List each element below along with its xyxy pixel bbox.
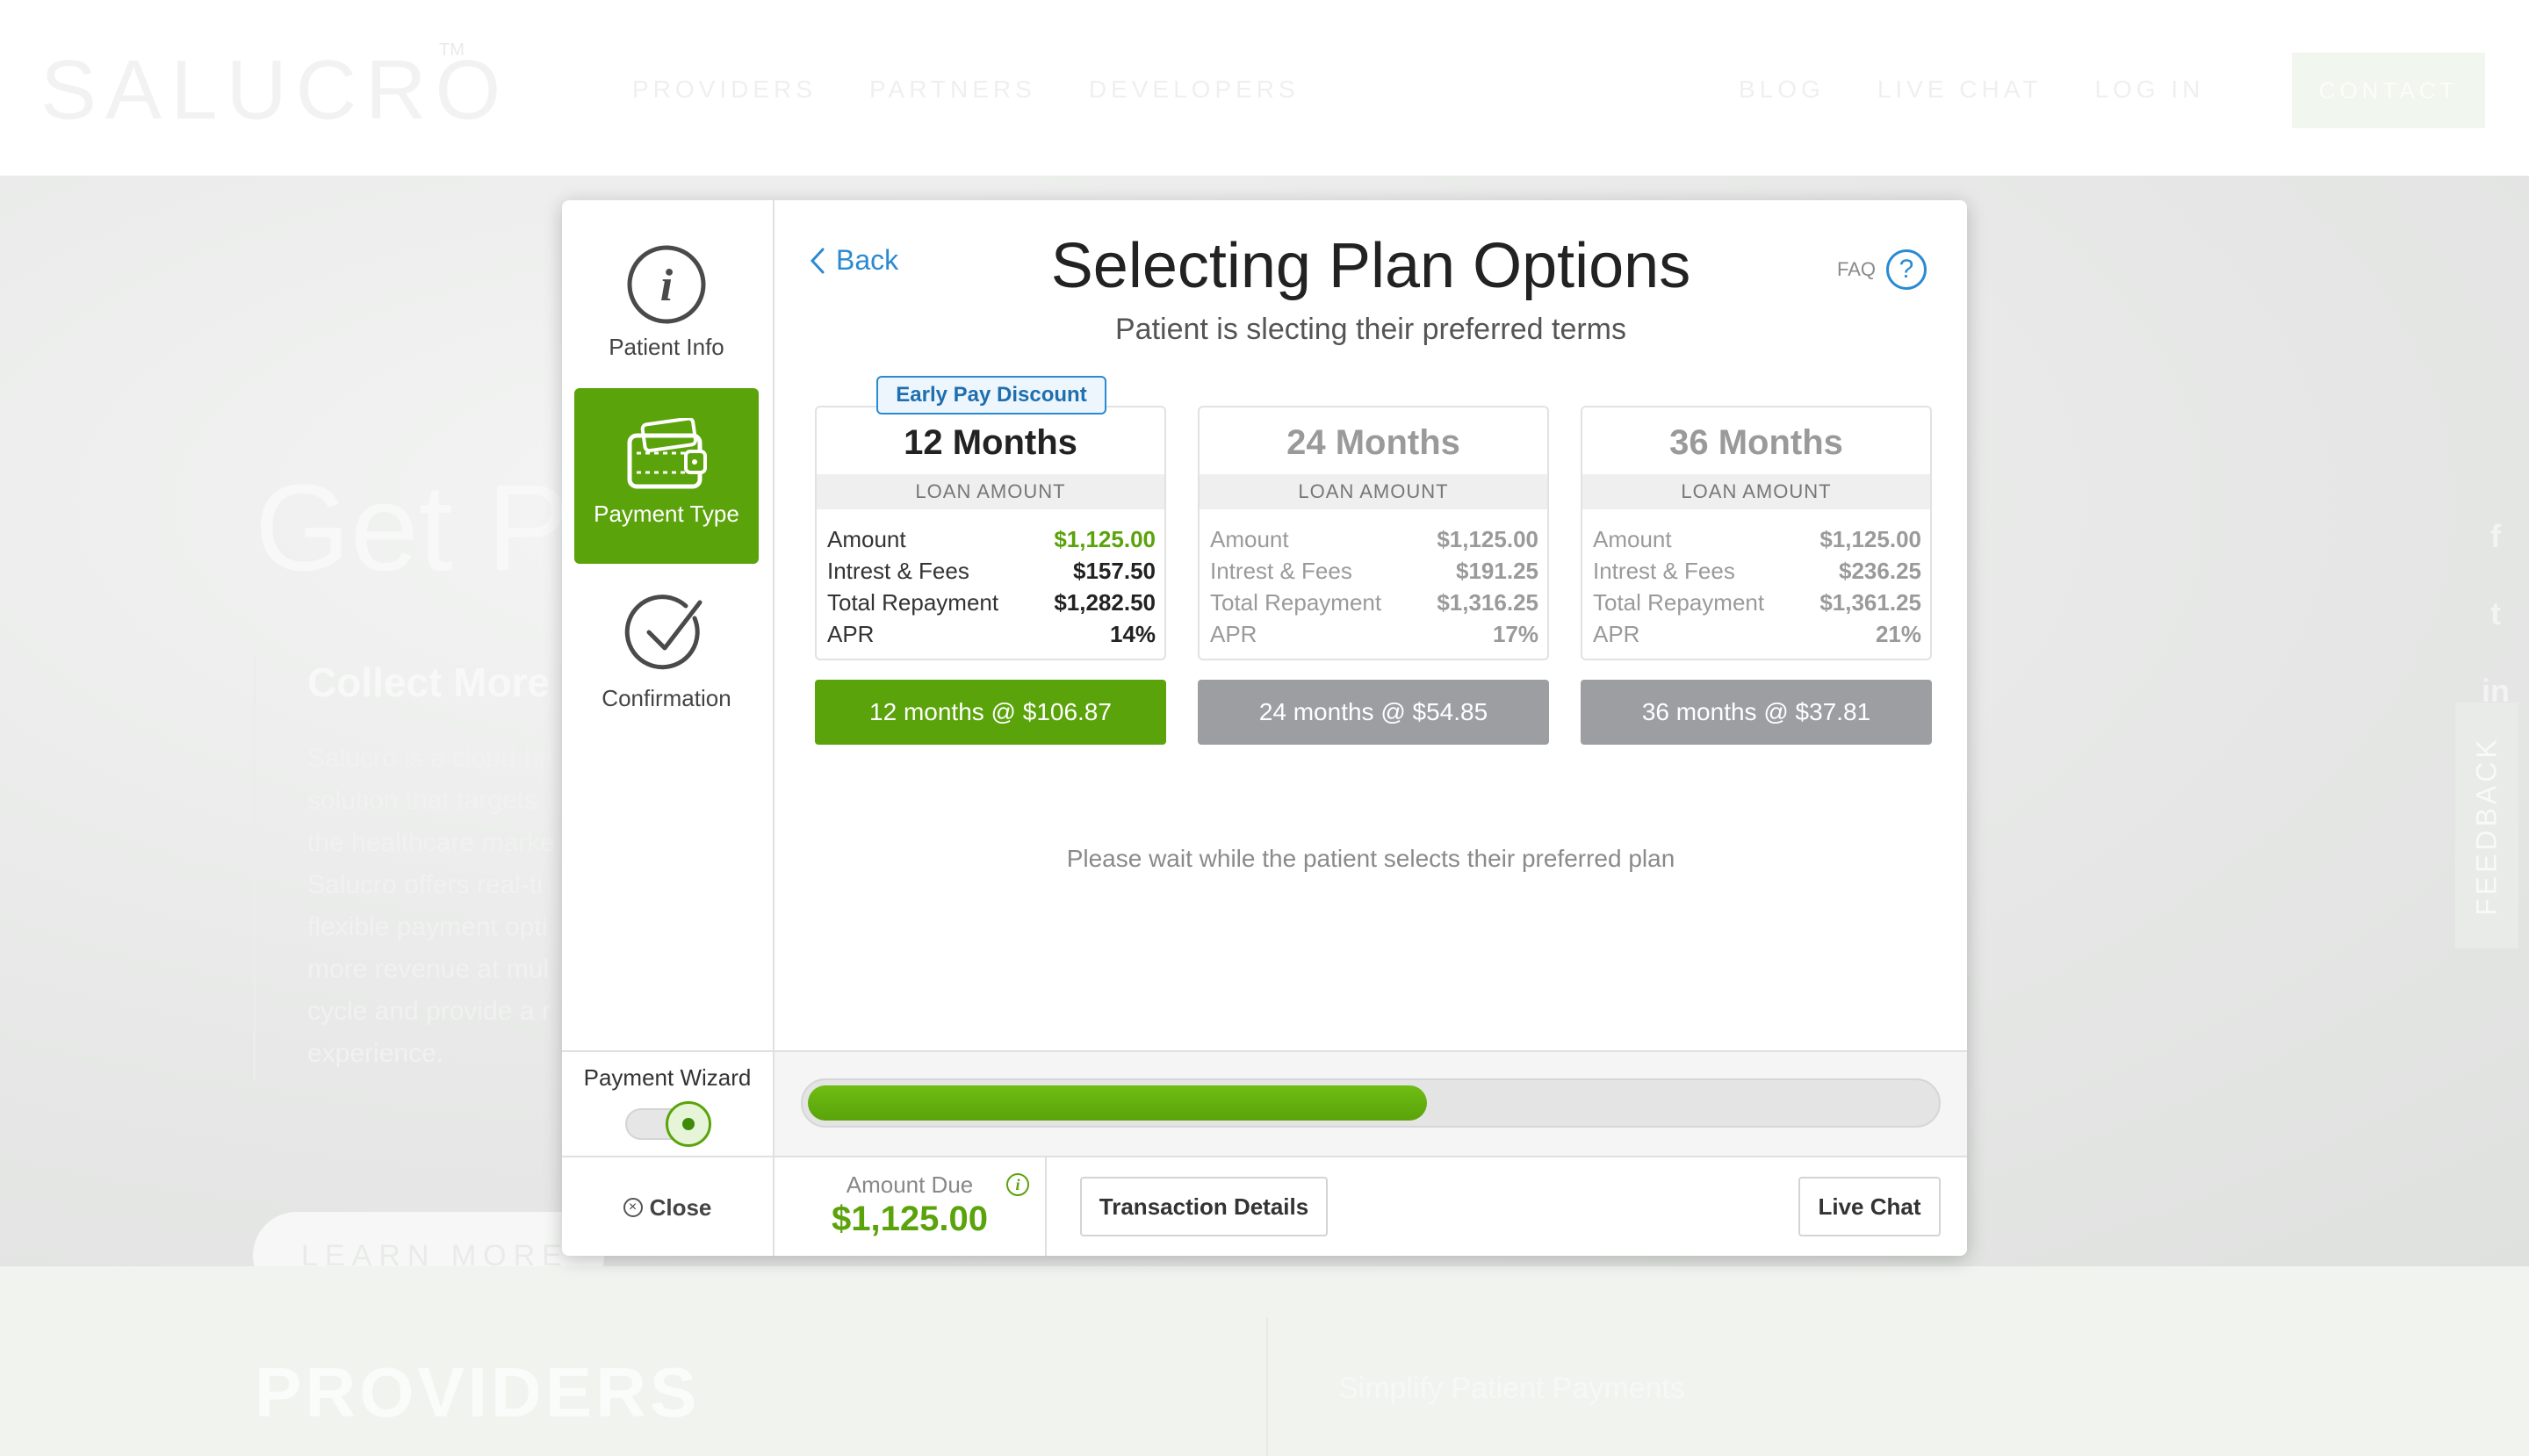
plan-row-apr: APR 21%: [1593, 621, 1921, 647]
live-chat-button[interactable]: Live Chat: [1798, 1177, 1941, 1236]
plan-title: 12 Months: [904, 422, 1077, 462]
plan-24-months: 24 Months LOAN AMOUNT Amount $1,125.00 In…: [1198, 406, 1549, 745]
logo-trademark: TM: [439, 40, 465, 60]
plan-title: 36 Months: [1669, 422, 1843, 462]
simplify-heading: Simplify Patient Payments: [1338, 1372, 1685, 1405]
info-icon: i: [574, 244, 759, 325]
amount-due-value: $1,125.00: [832, 1200, 988, 1238]
nav-live-chat[interactable]: LIVE CHAT: [1877, 76, 2043, 104]
plan-options-panel: Back Selecting Plan Options Patient is s…: [775, 200, 1967, 1050]
early-pay-discount-badge: Early Pay Discount: [876, 376, 1106, 414]
wallet-icon: [574, 418, 759, 494]
plan-row-apr: APR 17%: [1210, 621, 1538, 647]
help-icon: ?: [1886, 249, 1927, 290]
contact-button[interactable]: CONTACT: [2292, 53, 2485, 128]
payment-wizard-toggle[interactable]: [625, 1101, 711, 1147]
progress-bar: [801, 1078, 1941, 1128]
faq-label: FAQ: [1837, 258, 1877, 280]
site-header: SALUCRO TM PROVIDERS PARTNERS DEVELOPERS…: [0, 0, 2529, 176]
hero-body-line: Salucro is a cloud-ba: [307, 744, 554, 773]
plan-title: 24 Months: [1286, 422, 1460, 462]
hero-body-line: flexible payment opti: [307, 912, 548, 941]
plan-card: 12 Months LOAN AMOUNT Amount $1,125.00 In…: [815, 406, 1166, 660]
loan-amount-header: LOAN AMOUNT: [1200, 474, 1547, 509]
plan-row-total: Total Repayment $1,282.50: [827, 589, 1156, 616]
payment-wizard-toggle-area: Payment Wizard: [562, 1052, 775, 1157]
progress-fill: [808, 1085, 1427, 1121]
loan-amount-header: LOAN AMOUNT: [1582, 474, 1930, 509]
step-patient-info[interactable]: i Patient Info: [574, 244, 759, 361]
plan-row-apr: APR 14%: [827, 621, 1156, 647]
select-plan-24-button[interactable]: 24 months @ $54.85: [1198, 680, 1549, 745]
amount-due-label: Amount Due: [846, 1171, 974, 1198]
payment-wizard-label: Payment Wizard: [583, 1064, 752, 1091]
wizard-steps-sidebar: i Patient Info Payment Type Confirmation: [562, 200, 775, 1050]
wizard-progress-row: Payment Wizard: [562, 1050, 1967, 1157]
plan-12-months: Early Pay Discount 12 Months LOAN AMOUNT…: [815, 376, 1166, 745]
wait-message: Please wait while the patient selects th…: [1066, 845, 1675, 872]
hero-body-line: experience.: [307, 1039, 444, 1068]
step-payment-type[interactable]: Payment Type: [574, 388, 759, 564]
plan-row-interest: Intrest & Fees $157.50: [827, 558, 1156, 584]
hero-body-line: cycle and provide a r: [307, 997, 551, 1026]
payment-wizard-modal: i Patient Info Payment Type Confirmation…: [562, 200, 1967, 1256]
close-label: Close: [649, 1193, 712, 1221]
select-plan-36-button[interactable]: 36 months @ $37.81: [1581, 680, 1932, 745]
nav-partners[interactable]: PARTNERS: [869, 76, 1036, 104]
loan-amount-header: LOAN AMOUNT: [817, 474, 1164, 509]
providers-title: PROVIDERS: [255, 1353, 701, 1431]
plan-row-total: Total Repayment $1,361.25: [1593, 589, 1921, 616]
transaction-details-button[interactable]: Transaction Details: [1080, 1177, 1328, 1236]
page-title: Selecting Plan Options: [1050, 231, 1691, 301]
plan-row-amount: Amount $1,125.00: [827, 526, 1156, 552]
plan-row-interest: Intrest & Fees $191.25: [1210, 558, 1538, 584]
toggle-knob: [666, 1101, 711, 1147]
step-confirmation[interactable]: Confirmation: [574, 592, 759, 712]
hero-body-line: solution that targets: [307, 786, 537, 815]
hero-divider: [253, 654, 256, 1080]
hero-subtitle: Collect More: [307, 660, 551, 705]
plan-row-amount: Amount $1,125.00: [1210, 526, 1538, 552]
step-label: Confirmation: [602, 685, 731, 711]
plan-row-interest: Intrest & Fees $236.25: [1593, 558, 1921, 584]
section-divider: [1266, 1317, 1268, 1456]
plan-card: 24 Months LOAN AMOUNT Amount $1,125.00 In…: [1198, 406, 1549, 660]
step-label: Payment Type: [594, 501, 739, 527]
close-icon: ×: [623, 1198, 643, 1217]
svg-text:i: i: [660, 261, 674, 311]
select-plan-12-button[interactable]: 12 months @ $106.87: [815, 680, 1166, 745]
plan-row-amount: Amount $1,125.00: [1593, 526, 1921, 552]
twitter-icon[interactable]: t: [2476, 595, 2515, 632]
nav-developers[interactable]: DEVELOPERS: [1089, 76, 1300, 104]
plan-card: 36 Months LOAN AMOUNT Amount $1,125.00 In…: [1581, 406, 1932, 660]
plan-options: Early Pay Discount 12 Months LOAN AMOUNT…: [815, 376, 1932, 745]
nav-providers[interactable]: PROVIDERS: [632, 76, 817, 104]
faq-link[interactable]: FAQ ?: [1837, 249, 1927, 290]
info-icon[interactable]: i: [1006, 1173, 1029, 1196]
plan-row-total: Total Repayment $1,316.25: [1210, 589, 1538, 616]
amount-due: Amount Due $1,125.00 i: [775, 1157, 1047, 1256]
hero-body-line: Salucro offers real-ti: [307, 870, 543, 899]
main-nav: PROVIDERS PARTNERS DEVELOPERS: [632, 76, 1300, 104]
nav-blog[interactable]: BLOG: [1739, 76, 1825, 104]
feedback-tab[interactable]: FEEDBACK: [2455, 703, 2518, 948]
hero-body-line: more revenue at mul: [307, 955, 550, 984]
secondary-nav: BLOG LIVE CHAT LOG IN: [1739, 76, 2204, 104]
feedback-label: FEEDBACK: [2470, 735, 2503, 916]
nav-log-in[interactable]: LOG IN: [2094, 76, 2204, 104]
hero-body: Salucro is a cloud-ba solution that targ…: [307, 738, 571, 1075]
close-button[interactable]: × Close: [562, 1157, 775, 1256]
facebook-icon[interactable]: f: [2476, 518, 2515, 555]
plan-36-months: 36 Months LOAN AMOUNT Amount $1,125.00 In…: [1581, 406, 1932, 745]
step-label: Patient Info: [609, 334, 724, 360]
page-subtitle: Patient is slecting their preferred term…: [1114, 313, 1627, 346]
modal-footer: × Close Amount Due $1,125.00 i Transacti…: [562, 1156, 1967, 1256]
hero-body-line: the healthcare marke: [307, 828, 555, 857]
check-circle-icon: [574, 592, 759, 676]
